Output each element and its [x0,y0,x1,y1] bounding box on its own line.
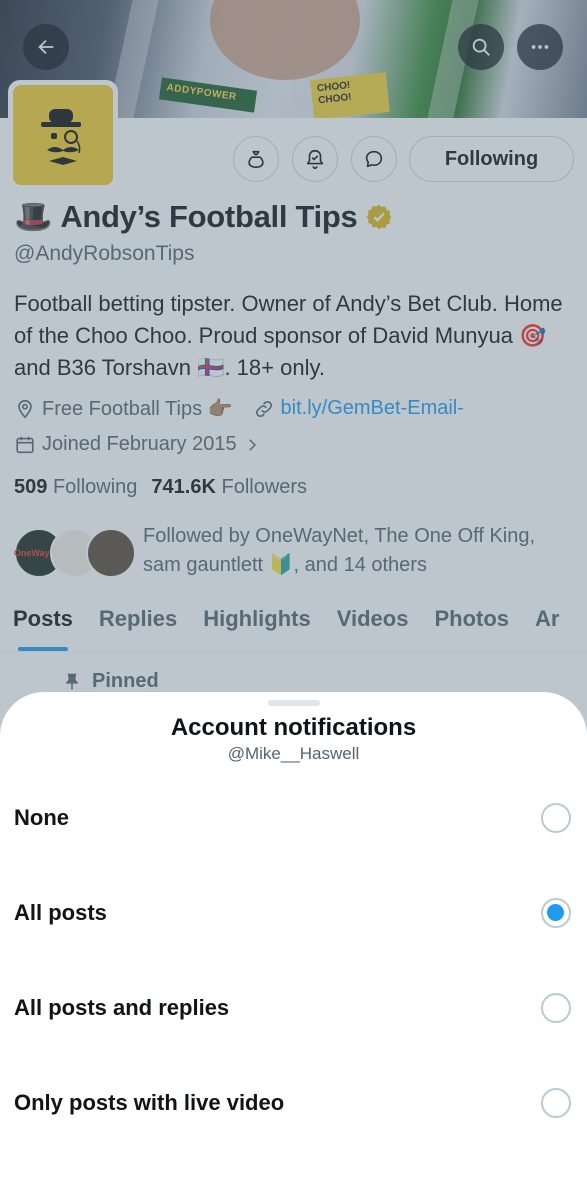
radio-button[interactable] [541,993,571,1023]
radio-button[interactable] [541,1088,571,1118]
option-label: Only posts with live video [14,1090,285,1115]
account-notifications-sheet: Account notifications @Mike__Haswell Non… [0,692,587,1200]
radio-button[interactable] [541,803,571,833]
sheet-subtitle: @Mike__Haswell [227,744,360,763]
option-label: All posts [14,900,107,925]
radio-button-selected[interactable] [541,898,571,928]
option-live-video[interactable]: Only posts with live video [0,1071,587,1135]
option-label: All posts and replies [14,995,230,1020]
sheet-title: Account notifications [170,714,417,741]
option-all-posts[interactable]: All posts [0,881,587,945]
sheet-grabber[interactable] [268,700,320,706]
option-all-posts-and-replies[interactable]: All posts and replies [0,976,587,1040]
option-label: None [14,805,69,830]
option-none[interactable]: None [0,786,587,850]
